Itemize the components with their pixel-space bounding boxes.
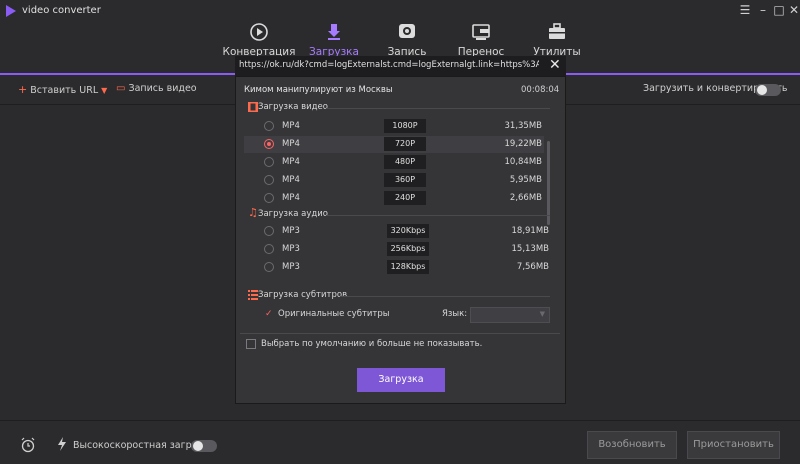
format-label: MP4 (282, 139, 300, 149)
chevron-down-icon: ▼ (539, 310, 545, 318)
audio-row-128kbps[interactable]: MP3 128Kbps 7,56MB (244, 259, 549, 276)
file-size: 18,91MB (511, 226, 550, 236)
app-title: video converter (22, 5, 101, 16)
quality-badge: 480P (384, 155, 426, 169)
file-size: 2,66MB (509, 193, 542, 203)
quality-badge: 240P (384, 191, 426, 205)
play-circle-icon (250, 23, 268, 41)
radio-button[interactable] (264, 139, 274, 149)
paste-url-button[interactable]: + Вставить URL ▼ (18, 83, 107, 96)
paste-url-label: Вставить URL (30, 85, 99, 96)
resume-all-button[interactable]: Возобновить все (587, 431, 677, 459)
title-bar: video converter ☰ – □ ✕ (0, 0, 800, 22)
video-section-divider (326, 108, 550, 109)
language-select[interactable]: ▼ (470, 307, 550, 323)
subtitle-section-divider (340, 296, 550, 297)
quality-badge: 1080P (384, 119, 426, 133)
download-options-dialog: Кимом манипулируют из Москвы 00:08:04 За… (235, 76, 566, 404)
radio-button[interactable] (264, 157, 274, 167)
radio-button[interactable] (264, 262, 274, 272)
transfer-icon (472, 24, 490, 40)
language-label: Язык: (442, 309, 468, 319)
toolbox-icon (549, 23, 565, 39)
camera-icon: ▭ (116, 83, 126, 94)
quality-badge: 128Kbps (387, 260, 429, 274)
close-dialog-icon[interactable]: ✕ (549, 57, 561, 73)
close-icon[interactable]: ✕ (785, 2, 800, 18)
file-size: 10,84MB (504, 157, 543, 167)
download-button[interactable]: Загрузка (357, 368, 445, 392)
video-row-480p[interactable]: MP4 480P 10,84MB (244, 154, 544, 171)
original-subtitles-label: Оригинальные субтитры (278, 309, 390, 319)
radio-button[interactable] (264, 244, 274, 254)
radio-button[interactable] (264, 175, 274, 185)
radio-button[interactable] (264, 226, 274, 236)
file-size: 19,22MB (504, 139, 543, 149)
format-label: MP4 (282, 121, 300, 131)
file-size: 7,56MB (516, 262, 549, 272)
plus-icon: + (18, 83, 28, 96)
bottom-bar: Высокоскоростная загрузка Возобновить вс… (0, 420, 800, 464)
format-label: MP4 (282, 193, 300, 203)
checkmark-icon[interactable]: ✓ (265, 309, 273, 319)
audio-row-320kbps[interactable]: MP3 320Kbps 18,91MB (244, 223, 549, 240)
app-logo-icon (6, 5, 16, 17)
quality-badge: 320Kbps (387, 224, 429, 238)
record-video-button[interactable]: ▭ Запись видео (116, 83, 197, 94)
subtitle-section-heading: Загрузка субтитров (258, 290, 348, 300)
format-list: Загрузка видео MP4 1080P 31,35MB MP4 720… (240, 101, 550, 333)
audio-section-heading: Загрузка аудио (258, 209, 328, 219)
format-label: MP3 (282, 244, 300, 254)
video-section-heading: Загрузка видео (258, 102, 328, 112)
video-row-720p[interactable]: MP4 720P 19,22MB (244, 136, 544, 153)
chevron-down-icon: ▼ (101, 86, 108, 95)
list-icon (248, 290, 258, 300)
download-icon (328, 24, 340, 40)
file-size: 31,35MB (504, 121, 543, 131)
quality-badge: 256Kbps (387, 242, 429, 256)
download-convert-toggle[interactable] (755, 84, 781, 96)
high-speed-toggle[interactable] (191, 440, 217, 452)
pause-all-button[interactable]: Приостановить все (687, 431, 780, 459)
radio-button[interactable] (264, 193, 274, 203)
audio-row-256kbps[interactable]: MP3 256Kbps 15,13MB (244, 241, 549, 258)
alarm-clock-icon[interactable] (20, 437, 36, 453)
quality-badge: 720P (384, 137, 426, 151)
film-icon (248, 102, 258, 112)
format-label: MP3 (282, 262, 300, 272)
record-video-label: Запись видео (128, 83, 197, 94)
video-row-1080p[interactable]: MP4 1080P 31,35MB (244, 118, 544, 135)
format-label: MP4 (282, 157, 300, 167)
menu-icon[interactable]: ☰ (736, 2, 754, 18)
dialog-divider (240, 333, 560, 334)
video-row-240p[interactable]: MP4 240P 2,66MB (244, 190, 544, 207)
video-row-360p[interactable]: MP4 360P 5,95MB (244, 172, 544, 189)
lightning-icon (58, 437, 66, 451)
url-bar: https://ok.ru/dk?cmd=logExternalst.cmd=l… (235, 56, 566, 76)
file-size: 15,13MB (511, 244, 550, 254)
quality-badge: 360P (384, 173, 426, 187)
default-checkbox[interactable] (246, 339, 256, 349)
record-icon (399, 24, 415, 38)
default-checkbox-label: Выбрать по умолчанию и больше не показыв… (261, 339, 483, 349)
radio-button[interactable] (264, 121, 274, 131)
list-scrollbar[interactable] (547, 141, 550, 225)
music-note-icon: ♫ (248, 206, 258, 219)
video-title: Кимом манипулируют из Москвы (244, 85, 393, 95)
format-label: MP4 (282, 175, 300, 185)
url-text: https://ok.ru/dk?cmd=logExternalst.cmd=l… (239, 60, 539, 70)
video-duration: 00:08:04 (521, 85, 560, 95)
file-size: 5,95MB (509, 175, 542, 185)
audio-section-divider (326, 215, 550, 216)
format-label: MP3 (282, 226, 300, 236)
